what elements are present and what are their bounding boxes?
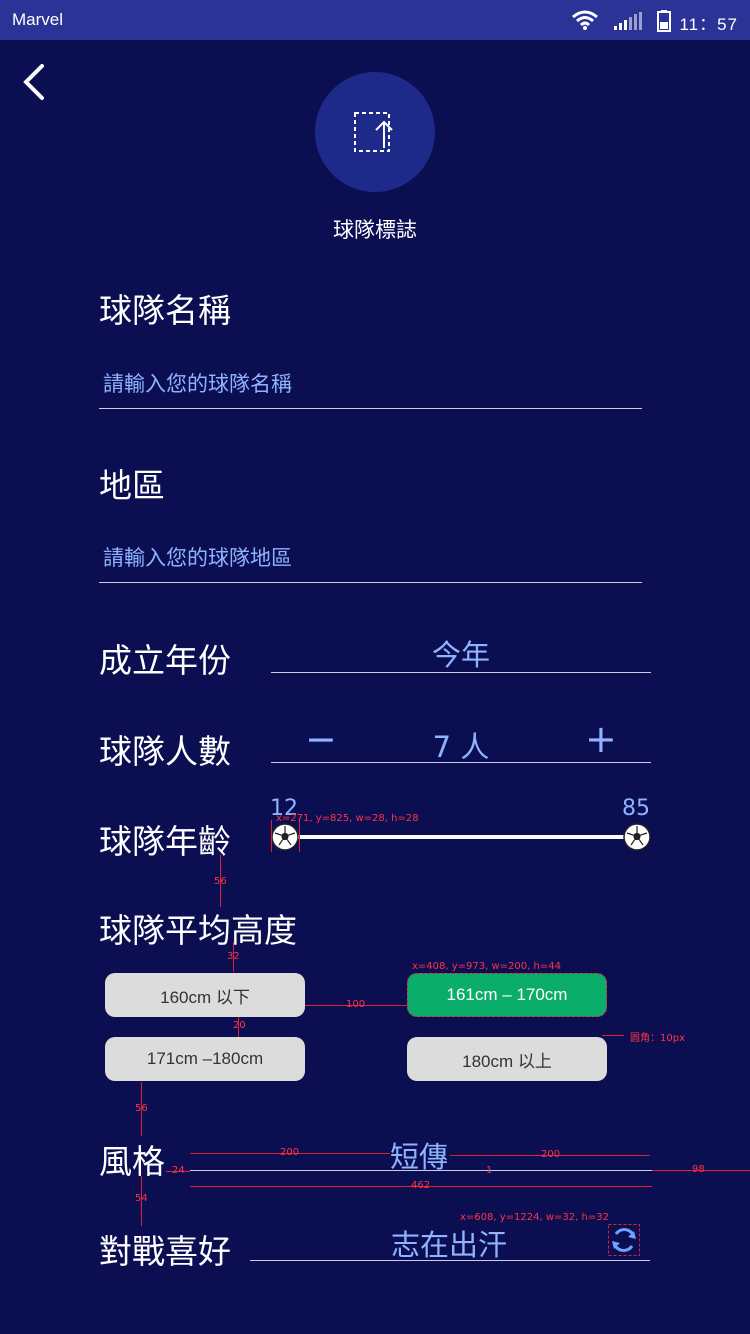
- annotation-width: 462: [411, 1180, 431, 1191]
- wifi-icon: [572, 10, 598, 30]
- annotation-width: 24: [172, 1165, 185, 1176]
- founded-year-picker[interactable]: 今年: [271, 628, 651, 673]
- refresh-icon[interactable]: [608, 1224, 640, 1256]
- annotation-width: 200: [280, 1147, 300, 1158]
- logo-label: 球隊標誌: [333, 218, 417, 242]
- upload-icon: [354, 112, 393, 152]
- members-label: 球隊人數: [99, 732, 231, 771]
- annotation-line: [299, 820, 300, 852]
- height-option[interactable]: 160cm 以下: [105, 973, 305, 1017]
- founded-value: 今年: [431, 638, 490, 672]
- annotation-ball-box: x=271, y=825, w=28, h=28: [276, 813, 419, 824]
- annotation-refresh-box: x=608, y=1224, w=32, h=32: [460, 1212, 609, 1223]
- style-value[interactable]: 短傳: [390, 1134, 448, 1176]
- age-max-value: 85: [622, 796, 650, 821]
- annotation-gap: 20: [233, 1020, 246, 1031]
- annotation-gap: 56: [214, 876, 227, 887]
- annotation-line: [602, 1035, 624, 1036]
- status-bar: Marvel 11：57: [0, 0, 750, 40]
- team-name-label: 球隊名稱: [99, 291, 231, 330]
- members-stepper: − 7 人 +: [271, 718, 651, 764]
- region-input[interactable]: 請輸入您的球隊地區: [99, 535, 642, 583]
- height-label: 球隊平均高度: [99, 911, 297, 950]
- annotation-width: 98: [692, 1164, 705, 1175]
- chevron-left-icon[interactable]: [20, 60, 50, 104]
- annotation-radius: 圆角：10px: [630, 1033, 685, 1044]
- annotation-line: [271, 820, 272, 852]
- increment-button[interactable]: +: [585, 720, 617, 758]
- height-option-selected[interactable]: 161cm – 170cm: [407, 973, 607, 1017]
- soccer-ball-icon[interactable]: [623, 823, 651, 851]
- team-name-placeholder: 請輸入您的球隊名稱: [103, 372, 292, 396]
- annotation-gap: 56: [135, 1103, 148, 1114]
- logo-upload-button[interactable]: [315, 72, 435, 192]
- region-placeholder: 請輸入您的球隊地區: [103, 546, 292, 570]
- soccer-ball-icon[interactable]: [271, 823, 299, 851]
- style-label: 風格: [99, 1142, 165, 1181]
- height-option[interactable]: 180cm 以上: [407, 1037, 607, 1081]
- annotation-width: 1: [486, 1165, 493, 1176]
- region-label: 地區: [99, 466, 165, 505]
- height-option[interactable]: 171cm –180cm: [105, 1037, 305, 1081]
- carrier-name: Marvel: [12, 10, 64, 29]
- annotation-gap: 54: [135, 1193, 148, 1204]
- age-label: 球隊年齡: [99, 822, 231, 861]
- signal-icon: [614, 12, 642, 30]
- battery-icon: [657, 10, 671, 32]
- founded-label: 成立年份: [99, 641, 231, 680]
- clock: 11：57: [679, 15, 738, 34]
- team-name-input[interactable]: 請輸入您的球隊名稱: [99, 360, 642, 409]
- annotation-pill-box: x=408, y=973, w=200, h=44: [412, 961, 561, 972]
- annotation-gap: 32: [227, 951, 240, 962]
- age-slider-track[interactable]: [286, 835, 636, 839]
- preference-value[interactable]: 志在出汗: [391, 1222, 507, 1264]
- annotation-gap: 100: [346, 999, 366, 1010]
- annotation-width: 200: [541, 1149, 561, 1160]
- preference-label: 對戰喜好: [99, 1232, 231, 1271]
